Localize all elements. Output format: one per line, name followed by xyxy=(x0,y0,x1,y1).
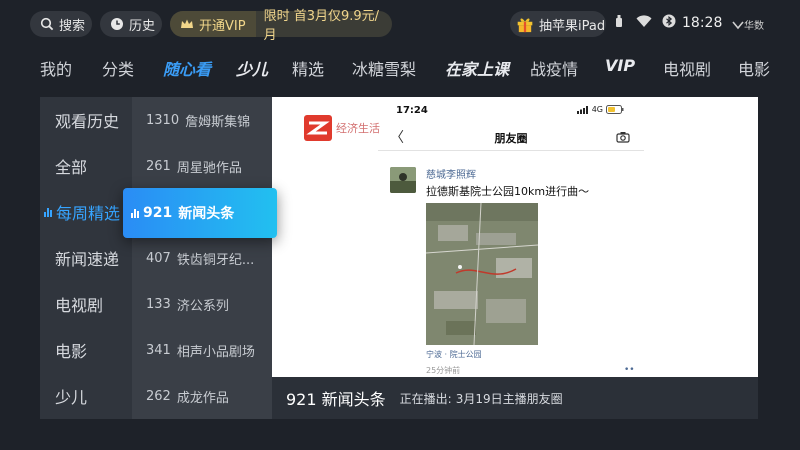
now-playing-program: 3月19日主播朋友圈 xyxy=(455,391,563,406)
program-item[interactable]: 133 济公系列 xyxy=(132,281,272,327)
phone-screenshot: 17:24 4G 〈 朋友圈 慈城李照辉 拉德斯基院士公园10km进行曲～ 宁波… xyxy=(378,97,644,377)
channel-logo-mark xyxy=(304,115,332,141)
program-item[interactable]: 1310 詹姆斯集锦 xyxy=(132,97,272,143)
network-type: 4G xyxy=(591,105,603,114)
program-title: 詹姆斯集锦 xyxy=(185,114,251,130)
program-item[interactable]: 261 周星驰作品 xyxy=(132,143,272,189)
vip-promo-text: 限时 首3月仅9.9元/月 xyxy=(263,9,380,43)
program-item-focused[interactable]: 921 新闻头条 xyxy=(123,188,277,238)
moments-header: 〈 朋友圈 xyxy=(378,125,644,151)
top-status-bar: 搜索 历史 开通VIP 限时 首3月仅9.9元/月 抽苹果iPad 18:28 … xyxy=(0,0,800,46)
nav-tabs: 我的 分类 随心看 少儿 精选 冰糖雪梨 在家上课 战疫情 VIP 电视剧 电影 xyxy=(0,46,800,86)
signal-icon xyxy=(576,105,588,114)
post-location: 宁波 · 院士公园 xyxy=(426,350,482,359)
tab-category[interactable]: 分类 xyxy=(102,56,134,80)
program-number: 261 xyxy=(146,158,171,174)
vip-promo-button[interactable]: 开通VIP 限时 首3月仅9.9元/月 xyxy=(170,9,392,43)
program-title: 济公系列 xyxy=(176,298,229,314)
camera-icon xyxy=(616,132,630,143)
program-title: 成龙作品 xyxy=(176,390,229,406)
tab-kids[interactable]: 少儿 xyxy=(236,56,268,80)
history-button[interactable]: 历史 xyxy=(100,11,162,37)
clock-icon xyxy=(111,18,123,30)
program-number: 407 xyxy=(146,250,171,266)
program-list: 1310 詹姆斯集锦 261 周星驰作品 407 铁齿铜牙纪... 133 济公… xyxy=(132,97,272,419)
program-number: 1310 xyxy=(146,112,180,128)
ipad-promo-text: 抽苹果iPad xyxy=(539,18,606,34)
moments-title: 朋友圈 xyxy=(494,132,528,145)
history-label: 历史 xyxy=(129,18,156,34)
now-playing-channel: 921 新闻头条 xyxy=(286,390,386,409)
wifi-icon xyxy=(636,15,652,27)
program-title: 铁齿铜牙纪... xyxy=(176,252,255,268)
category-movies[interactable]: 电影 xyxy=(40,327,132,373)
post-more-icon: •• xyxy=(624,365,635,375)
category-news-express[interactable]: 新闻速递 xyxy=(40,235,132,281)
category-kids[interactable]: 少儿 xyxy=(40,373,132,419)
category-watch-history[interactable]: 观看历史 xyxy=(40,97,132,143)
category-weekly-picks-label: 每周精选 xyxy=(56,204,121,223)
battery-icon xyxy=(606,105,624,114)
clock-time: 18:28 xyxy=(682,15,723,31)
tab-suixinkan[interactable]: 随心看 xyxy=(163,56,211,80)
post-time: 25分钟前 xyxy=(426,366,461,375)
search-button[interactable]: 搜索 xyxy=(30,11,92,37)
program-title: 新闻头条 xyxy=(178,206,235,222)
program-title: 周星驰作品 xyxy=(176,160,242,176)
program-title: 相声小品剧场 xyxy=(176,344,255,360)
post-text: 拉德斯基院士公园10km进行曲～ xyxy=(426,185,590,198)
tab-home-classes[interactable]: 在家上课 xyxy=(445,56,509,80)
avatar xyxy=(390,167,416,193)
now-playing-label: 正在播出: xyxy=(399,391,452,406)
ipad-lottery-button[interactable]: 抽苹果iPad xyxy=(510,11,606,37)
brand-logo: 华数 xyxy=(732,17,764,32)
tab-vip[interactable]: VIP xyxy=(605,56,635,75)
program-number: 341 xyxy=(146,342,171,358)
gift-icon xyxy=(517,18,533,33)
tab-epidemic[interactable]: 战疫情 xyxy=(530,56,578,80)
program-number: 262 xyxy=(146,388,171,404)
bluetooth-icon xyxy=(662,14,676,28)
phone-time: 17:24 xyxy=(396,105,428,116)
program-item[interactable]: 407 铁齿铜牙纪... xyxy=(132,235,272,281)
tab-bingtang-xueli[interactable]: 冰糖雪梨 xyxy=(352,56,416,80)
playing-bars-icon xyxy=(131,208,140,218)
post-map-image xyxy=(426,203,538,345)
tab-movies[interactable]: 电影 xyxy=(738,56,770,80)
brand-text: 华数 xyxy=(744,21,764,32)
zhejiang-tv-logo-icon xyxy=(306,121,330,135)
category-tv-series[interactable]: 电视剧 xyxy=(40,281,132,327)
program-item[interactable]: 262 成龙作品 xyxy=(132,373,272,419)
program-number: 921 xyxy=(143,205,173,221)
post-author: 慈城李照辉 xyxy=(426,170,476,181)
usb-icon xyxy=(616,15,622,27)
brand-mark-icon xyxy=(732,20,744,29)
playing-bars-icon xyxy=(44,207,53,217)
channel-logo-text: 经济生活 xyxy=(336,122,380,135)
channel-logo: 经济生活 xyxy=(304,115,380,141)
program-item[interactable]: 341 相声小品剧场 xyxy=(132,327,272,373)
search-label: 搜索 xyxy=(59,18,86,34)
tab-mine[interactable]: 我的 xyxy=(40,56,72,80)
category-weekly-picks[interactable]: 每周精选 xyxy=(40,189,132,235)
category-all[interactable]: 全部 xyxy=(40,143,132,189)
search-icon xyxy=(40,17,54,31)
tab-tv-series[interactable]: 电视剧 xyxy=(663,56,711,80)
program-number: 133 xyxy=(146,296,171,312)
crown-icon xyxy=(181,19,193,28)
tab-featured[interactable]: 精选 xyxy=(292,56,324,80)
vip-open-label: 开通VIP xyxy=(199,18,246,34)
category-list: 观看历史 全部 每周精选 新闻速递 电视剧 电影 少儿 xyxy=(40,97,132,419)
video-preview[interactable]: 经济生活 17:24 4G 〈 朋友圈 慈城李照辉 拉德斯基院士公园10km进行… xyxy=(272,97,758,377)
now-playing-bar: 921 新闻头条 正在播出: 3月19日主播朋友圈 xyxy=(272,377,758,419)
phone-status-icons: 4G xyxy=(576,105,624,114)
